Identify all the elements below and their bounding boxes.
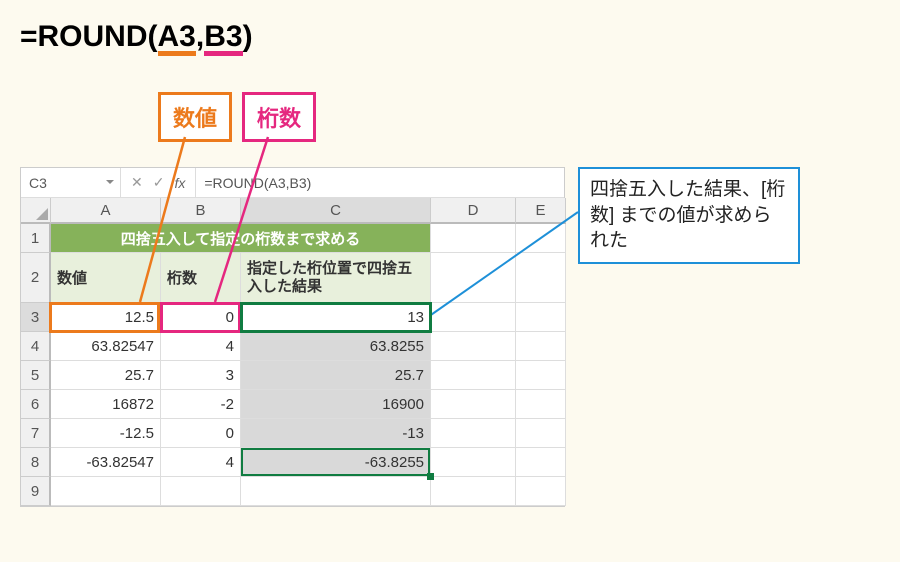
formula-arg2: B3	[204, 20, 242, 54]
label-pink-box: 桁数	[242, 92, 316, 142]
excel-window: C3 ✕ ✓ fx =ROUND(A3,B3) A B C D E 1 四捨五入…	[20, 167, 565, 507]
cell[interactable]: 4	[161, 332, 241, 361]
cell[interactable]	[431, 390, 516, 419]
cell[interactable]	[431, 448, 516, 477]
cell[interactable]: 63.82547	[51, 332, 161, 361]
col-header[interactable]: C	[241, 198, 431, 224]
cell[interactable]	[516, 419, 566, 448]
cell-A3[interactable]: 12.5	[51, 303, 161, 332]
cell[interactable]	[431, 332, 516, 361]
big-formula: =ROUND(A3,B3)	[20, 20, 880, 54]
cell-B3[interactable]: 0	[161, 303, 241, 332]
cell[interactable]: 25.7	[241, 361, 431, 390]
row-header[interactable]: 6	[21, 390, 51, 419]
row-header[interactable]: 9	[21, 477, 51, 506]
fill-handle-icon[interactable]	[427, 473, 434, 480]
formula-bar-input[interactable]: =ROUND(A3,B3)	[196, 168, 564, 197]
formula-suffix: )	[243, 20, 253, 53]
cell[interactable]	[516, 390, 566, 419]
formula-bar-buttons: ✕ ✓ fx	[121, 168, 196, 197]
cell[interactable]	[516, 361, 566, 390]
spreadsheet-grid: A B C D E 1 四捨五入して指定の桁数まで求める 2 数値 桁数 指定し…	[21, 198, 564, 506]
header-A[interactable]: 数値	[51, 253, 161, 303]
row-header[interactable]: 7	[21, 419, 51, 448]
row-header[interactable]: 8	[21, 448, 51, 477]
header-B[interactable]: 桁数	[161, 253, 241, 303]
cell[interactable]	[516, 303, 566, 332]
row-header[interactable]: 3	[21, 303, 51, 332]
formula-comma: ,	[196, 20, 204, 53]
cell[interactable]: -12.5	[51, 419, 161, 448]
cell[interactable]: 4	[161, 448, 241, 477]
cell[interactable]	[431, 361, 516, 390]
name-box[interactable]: C3	[21, 168, 121, 197]
cell[interactable]	[516, 332, 566, 361]
cell[interactable]	[431, 477, 516, 506]
callout-result: 四捨五入した結果、[桁数] までの値が求められた	[578, 167, 800, 264]
cell[interactable]	[241, 477, 431, 506]
cell[interactable]: -2	[161, 390, 241, 419]
formula-prefix: =ROUND(	[20, 20, 158, 53]
cell[interactable]	[516, 477, 566, 506]
fx-icon[interactable]: fx	[174, 175, 185, 191]
cell-C8-value: -63.8255	[365, 454, 424, 471]
header-C[interactable]: 指定した桁位置で四捨五入した結果	[241, 253, 431, 303]
col-header[interactable]: B	[161, 198, 241, 224]
cell[interactable]: 63.8255	[241, 332, 431, 361]
cell[interactable]	[516, 224, 566, 253]
cell[interactable]: 0	[161, 419, 241, 448]
row-header[interactable]: 5	[21, 361, 51, 390]
row-header[interactable]: 4	[21, 332, 51, 361]
cell[interactable]: -13	[241, 419, 431, 448]
label-orange-box: 数値	[158, 92, 232, 142]
cell[interactable]	[431, 419, 516, 448]
title-merged[interactable]: 四捨五入して指定の桁数まで求める	[51, 224, 431, 253]
cell[interactable]	[431, 224, 516, 253]
cell[interactable]: 25.7	[51, 361, 161, 390]
col-header[interactable]: A	[51, 198, 161, 224]
select-all-corner[interactable]	[21, 198, 51, 224]
cell[interactable]	[516, 253, 566, 303]
confirm-icon[interactable]: ✓	[153, 174, 165, 191]
cell[interactable]	[51, 477, 161, 506]
formula-bar-row: C3 ✕ ✓ fx =ROUND(A3,B3)	[21, 168, 564, 198]
cell[interactable]: 16900	[241, 390, 431, 419]
cell[interactable]: 3	[161, 361, 241, 390]
cell[interactable]	[431, 303, 516, 332]
cancel-icon[interactable]: ✕	[131, 174, 143, 191]
cell[interactable]	[161, 477, 241, 506]
cell-C8[interactable]: -63.8255	[241, 448, 431, 477]
row-header[interactable]: 1	[21, 224, 51, 253]
col-header[interactable]: D	[431, 198, 516, 224]
row-header[interactable]: 2	[21, 253, 51, 303]
formula-arg1: A3	[158, 20, 196, 54]
cell[interactable]: -63.82547	[51, 448, 161, 477]
cell[interactable]: 16872	[51, 390, 161, 419]
col-header[interactable]: E	[516, 198, 566, 224]
cell-C3[interactable]: 13	[241, 303, 431, 332]
cell[interactable]	[516, 448, 566, 477]
cell[interactable]	[431, 253, 516, 303]
